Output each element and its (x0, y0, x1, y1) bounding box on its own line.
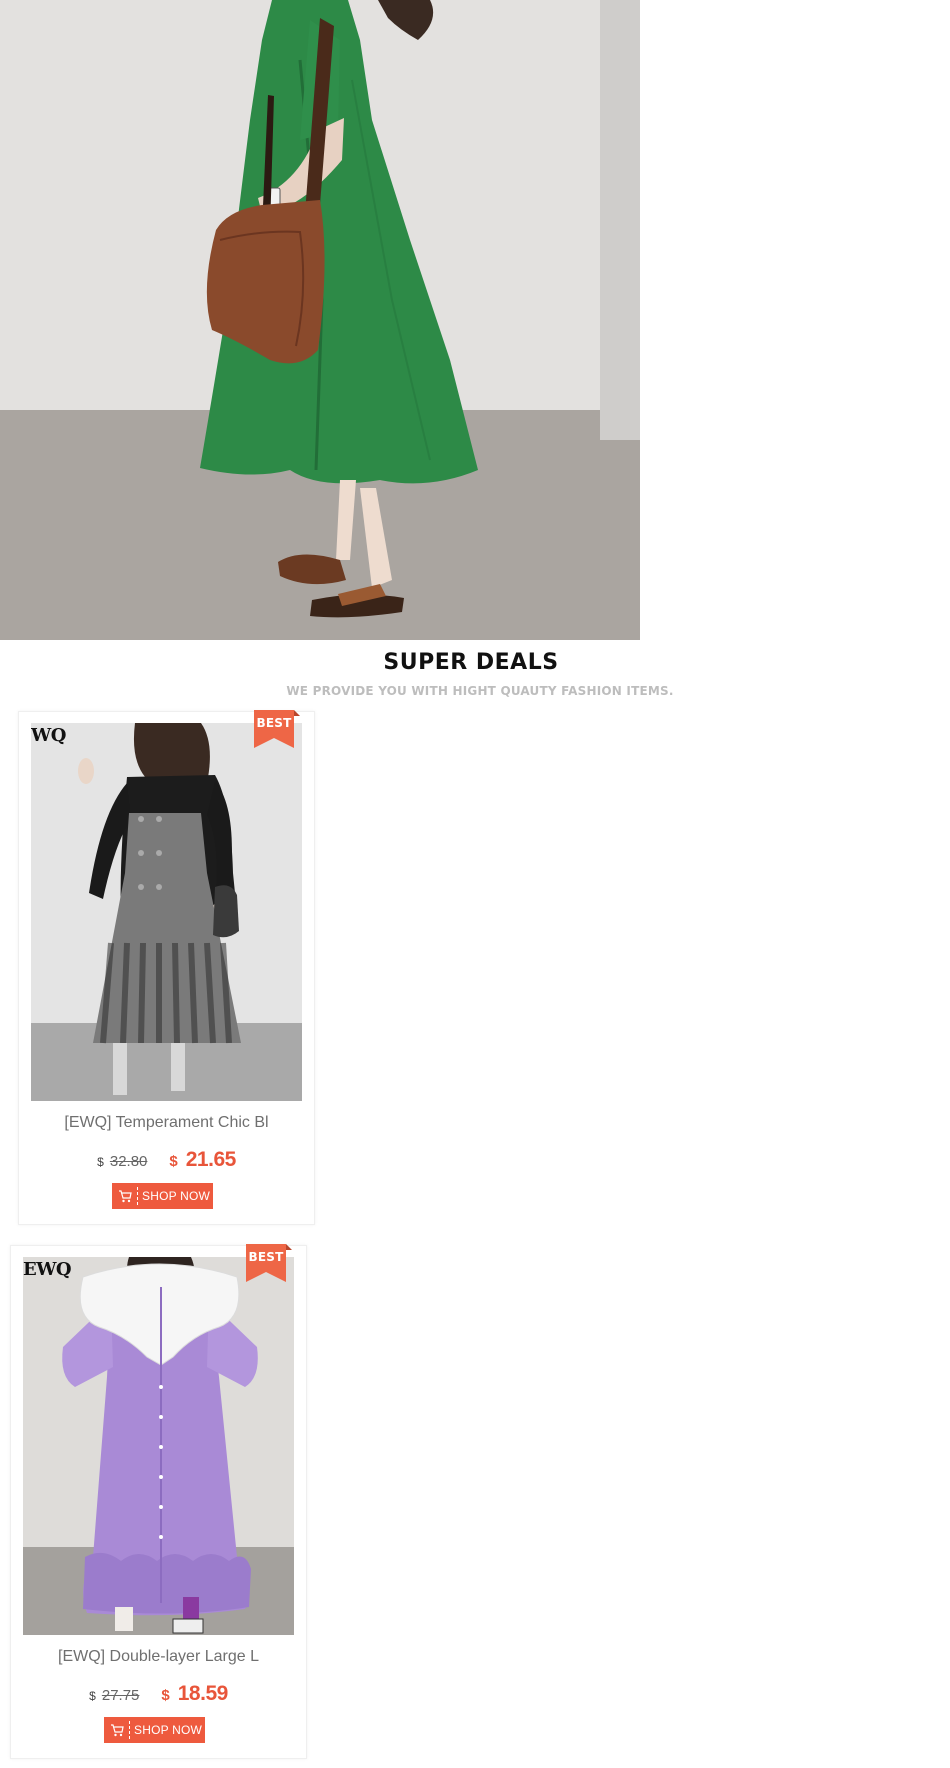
best-badge-label: BEST (248, 1250, 284, 1264)
product-title[interactable]: [EWQ] Temperament Chic Bl (19, 1114, 314, 1132)
price-row: $27.75 $18.59 (11, 1682, 306, 1706)
old-price: 32.80 (109, 1153, 148, 1170)
button-divider (129, 1721, 130, 1739)
shop-now-button[interactable]: SHOP NOW (104, 1717, 205, 1743)
shopping-cart-icon (107, 1717, 127, 1743)
shop-now-button[interactable]: SHOP NOW (112, 1183, 213, 1209)
old-currency: $ (89, 1689, 96, 1703)
shop-now-label: SHOP NOW (134, 1723, 203, 1737)
model-green-dress-photo (0, 0, 640, 640)
product-card[interactable]: WQ BEST [EWQ] Temperament Chic Bl $32.80… (18, 710, 315, 1225)
hero-photo (0, 0, 640, 640)
product-image[interactable]: WQ (31, 723, 302, 1101)
shopping-cart-icon (115, 1183, 135, 1209)
price-row: $32.80 $21.65 (19, 1148, 314, 1172)
product-image[interactable]: EWQ (23, 1257, 294, 1635)
button-divider (137, 1187, 138, 1205)
product-title[interactable]: [EWQ] Double-layer Large L (11, 1648, 306, 1666)
product-card[interactable]: EWQ BEST [EWQ] Double-layer Large L $27.… (10, 1244, 307, 1759)
best-badge-label: BEST (256, 716, 292, 730)
best-badge: BEST (246, 1244, 292, 1290)
black-grey-pleated-dress-photo (31, 723, 302, 1101)
new-currency: $ (161, 1687, 170, 1704)
purple-collar-dress-photo (23, 1257, 294, 1635)
best-badge: BEST (254, 710, 300, 756)
section-subtitle: WE PROVIDE YOU WITH HIGHT QUAUTY FASHION… (286, 684, 674, 698)
brand-logo: WQ (31, 725, 66, 746)
old-currency: $ (97, 1155, 104, 1169)
section-title: SUPER DEALS (383, 650, 559, 675)
sale-price: 18.59 (177, 1682, 229, 1705)
shop-now-label: SHOP NOW (142, 1189, 211, 1203)
sale-price: 21.65 (185, 1148, 237, 1171)
old-price: 27.75 (101, 1687, 140, 1704)
brand-logo: EWQ (23, 1259, 72, 1280)
new-currency: $ (169, 1153, 178, 1170)
